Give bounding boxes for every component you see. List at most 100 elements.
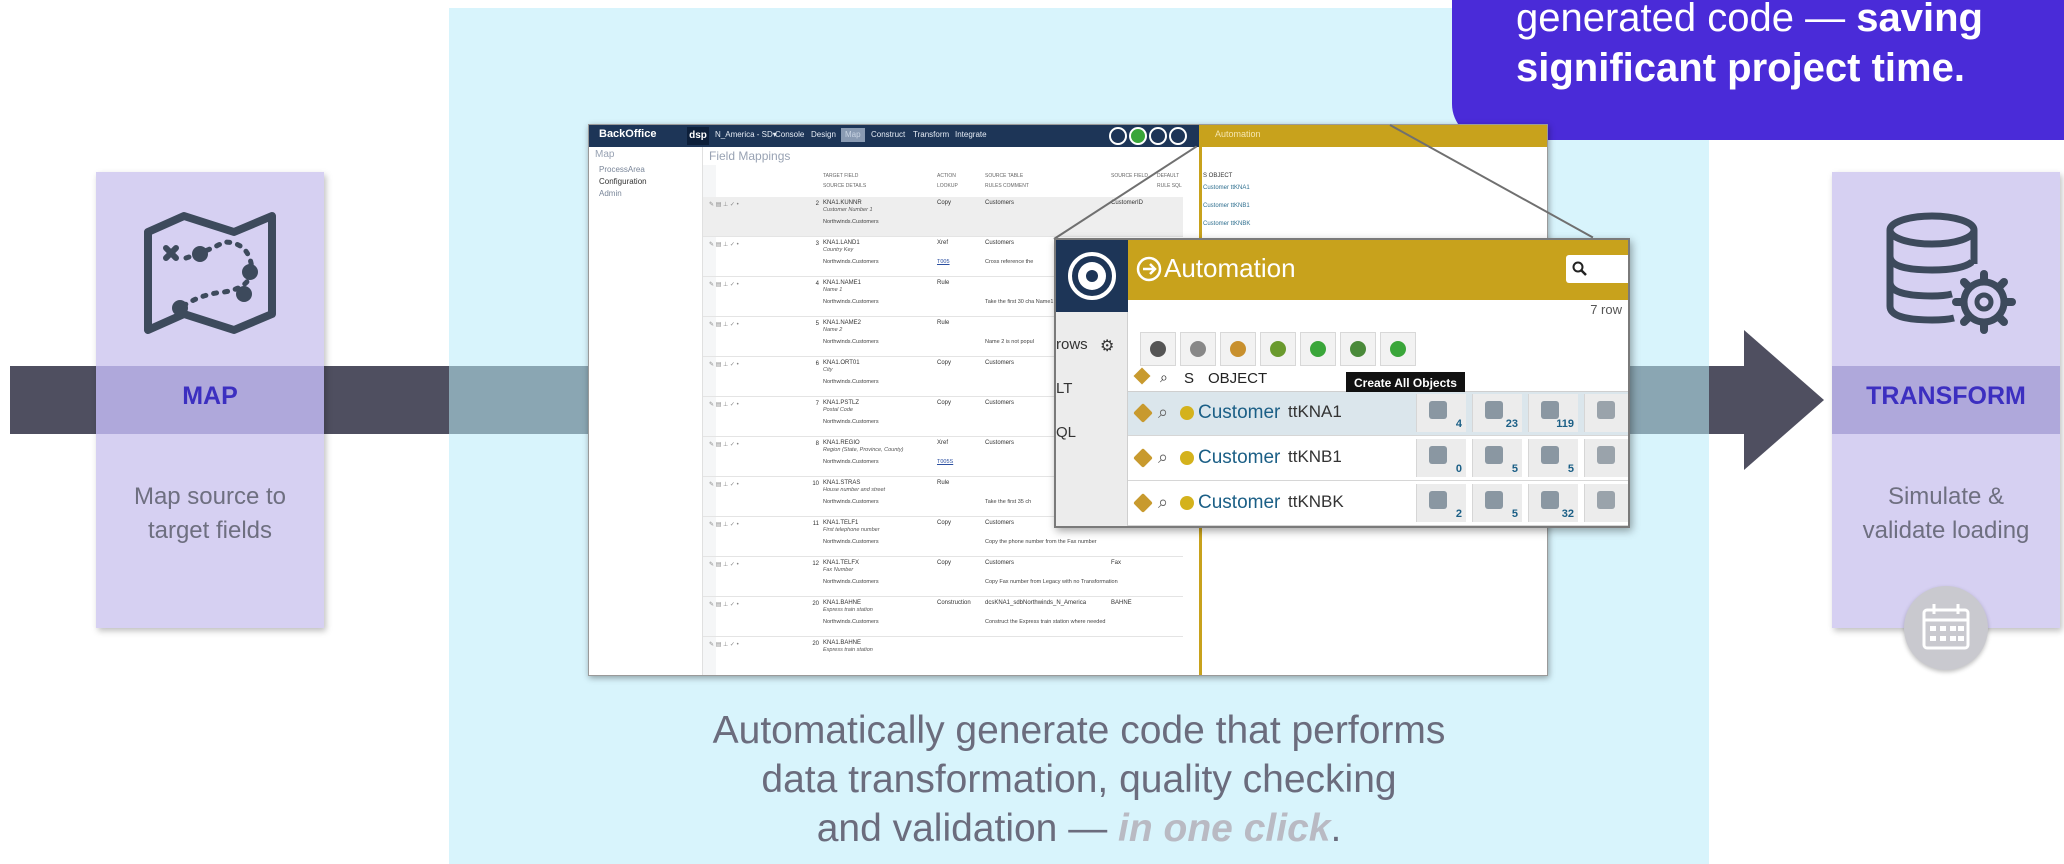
zoom-gear-box[interactable] xyxy=(1056,240,1128,312)
callout-line-1: generated code — saving xyxy=(1516,0,1983,41)
target-field: KNA1.TELFX xyxy=(823,560,860,566)
count-database-cell[interactable]: 2 xyxy=(1416,484,1466,522)
table-row[interactable]: ⌕ Customer ttKNBK 2 5 32 xyxy=(1128,482,1628,526)
count-rules: 23 xyxy=(1505,418,1518,430)
caption-line-3: and validation — in one click. xyxy=(449,804,1709,853)
row-number: 20 xyxy=(812,601,819,607)
tool-button-3[interactable] xyxy=(1220,332,1256,366)
count-records: 5 xyxy=(1567,463,1574,475)
transform-card-title: TRANSFORM xyxy=(1866,382,2026,410)
target-field-description: First telephone number xyxy=(823,527,880,533)
menu-item-design[interactable]: Design xyxy=(811,130,836,139)
mini-automation-title: Automation xyxy=(1215,129,1261,139)
action: Copy xyxy=(937,200,952,206)
count-records-cell[interactable]: 119 xyxy=(1528,394,1578,432)
tool-button-2[interactable] xyxy=(1180,332,1216,366)
map-card-description: Map source to target fields xyxy=(96,480,324,548)
menu-item-transform[interactable]: Transform xyxy=(913,130,949,139)
callout-box: generated code — saving significant proj… xyxy=(1452,0,2064,140)
tool-button-1[interactable] xyxy=(1140,332,1176,366)
table-row[interactable]: ✎ ▤ ⊥ ✓ • 20 KNA1.BAHNE Express train stati… xyxy=(703,637,1183,675)
link-icon[interactable] xyxy=(1109,127,1127,145)
object-name[interactable]: Customer xyxy=(1198,402,1280,424)
target-field: KNA1.REGIO xyxy=(823,440,860,446)
menu-item-map[interactable]: Map xyxy=(841,128,865,142)
inspect-icon[interactable]: ⌕ xyxy=(1158,447,1168,468)
caption-line-2: data transformation, quality checking xyxy=(761,758,1397,801)
construct-cell[interactable] xyxy=(1584,394,1628,432)
edit-icon[interactable] xyxy=(1133,403,1153,423)
tool-button-5[interactable] xyxy=(1300,332,1336,366)
table-row[interactable]: ⌕ Customer ttKNA1 4 23 119 xyxy=(1128,392,1628,436)
construct-cell[interactable] xyxy=(1584,439,1628,477)
action: Copy xyxy=(937,520,952,526)
row-number: 12 xyxy=(812,561,819,567)
row-number: 10 xyxy=(812,481,819,487)
row-action-icons: ✎ ▤ ⊥ ✓ • xyxy=(709,242,739,248)
tools-icon[interactable] xyxy=(1149,127,1167,145)
row-number: 3 xyxy=(815,241,819,247)
count-database-cell[interactable]: 0 xyxy=(1416,439,1466,477)
action: Rule xyxy=(937,480,950,486)
map-card: MAP Map source to target fields xyxy=(96,172,324,628)
count-rules-cell[interactable]: 23 xyxy=(1472,394,1522,432)
menu-item-console[interactable]: Console xyxy=(775,130,804,139)
zoom-left-strip: ⚙ rows LT QL xyxy=(1056,240,1128,526)
nav-item-processarea[interactable]: ProcessArea xyxy=(599,165,645,174)
nav-item-admin[interactable]: Admin xyxy=(599,189,622,198)
mini-row-2[interactable]: Customer ttKNB1 xyxy=(1203,203,1250,209)
target-field: KNA1.BAHNE xyxy=(823,640,862,646)
create-all-objects-button[interactable] xyxy=(1380,332,1416,366)
count-database: 4 xyxy=(1455,418,1462,430)
action: Rule xyxy=(937,320,950,326)
help-icon[interactable]: ? xyxy=(1604,256,1630,282)
transform-card: TRANSFORM Simulate & validate loading xyxy=(1832,172,2060,628)
action: Construction xyxy=(937,600,971,606)
count-rules-icon xyxy=(1485,491,1503,509)
settings-gear-icon[interactable] xyxy=(1169,127,1187,145)
rules-comment: Copy the phone number from the Fax numbe… xyxy=(985,539,1097,545)
inspect-icon[interactable]: ⌕ xyxy=(1158,492,1168,513)
count-rules-cell[interactable]: 5 xyxy=(1472,484,1522,522)
header-s: S xyxy=(1184,370,1195,387)
source-details: Northwinds.Customers xyxy=(823,459,879,465)
rules-comment: Copy Fax number from Legacy with no Tran… xyxy=(985,579,1118,585)
nav-item-configuration[interactable]: Configuration xyxy=(599,177,647,186)
action: Xref xyxy=(937,240,949,246)
menu-item-construct[interactable]: Construct xyxy=(871,130,905,139)
table-row[interactable]: ✎ ▤ ⊥ ✓ • 20 KNA1.BAHNE Express train stati… xyxy=(703,597,1183,637)
target-field-description: City xyxy=(823,367,833,373)
edit-icon[interactable] xyxy=(1133,448,1153,468)
edit-icon[interactable] xyxy=(1133,493,1153,513)
construct-cell[interactable] xyxy=(1584,484,1628,522)
table-row[interactable]: ✎ ▤ ⊥ ✓ • 12 KNA1.TELFX Fax Number Northwind… xyxy=(703,557,1183,597)
lookup-link[interactable]: T005S xyxy=(937,459,953,465)
menu-item-region[interactable]: N_America - SD▾ xyxy=(715,130,777,139)
col-rules-comment: RULES COMMENT xyxy=(985,183,1029,189)
count-rules-cell[interactable]: 5 xyxy=(1472,439,1522,477)
tool-button-4[interactable] xyxy=(1260,332,1296,366)
mini-row-3[interactable]: Customer ttKNBK xyxy=(1203,221,1250,227)
calendar-icon xyxy=(1922,604,1970,650)
menu-item-integrate[interactable]: Integrate xyxy=(955,130,987,139)
count-records-cell[interactable]: 5 xyxy=(1528,439,1578,477)
object-name[interactable]: Customer xyxy=(1198,492,1280,514)
mini-row-1[interactable]: Customer ttKNA1 xyxy=(1203,185,1250,191)
count-rules-icon xyxy=(1485,446,1503,464)
count-database-icon xyxy=(1429,491,1447,509)
header-object: OBJECT xyxy=(1208,370,1268,387)
source-details: Northwinds.Customers xyxy=(823,219,879,225)
lookup-link[interactable]: T005 xyxy=(937,259,950,265)
mini-header: S OBJECT xyxy=(1203,173,1233,179)
table-row[interactable]: ⌕ Customer ttKNB1 0 5 5 xyxy=(1128,437,1628,481)
status-icon[interactable] xyxy=(1129,127,1147,145)
automation-title: Automation xyxy=(1164,253,1296,283)
count-records-cell[interactable]: 32 xyxy=(1528,484,1578,522)
source-details: Northwinds.Customers xyxy=(823,419,879,425)
action: Copy xyxy=(937,400,952,406)
tool-button-6[interactable] xyxy=(1340,332,1376,366)
object-name[interactable]: Customer xyxy=(1198,447,1280,469)
row-number: 2 xyxy=(815,201,819,207)
inspect-icon[interactable]: ⌕ xyxy=(1158,402,1168,423)
count-database-cell[interactable]: 4 xyxy=(1416,394,1466,432)
